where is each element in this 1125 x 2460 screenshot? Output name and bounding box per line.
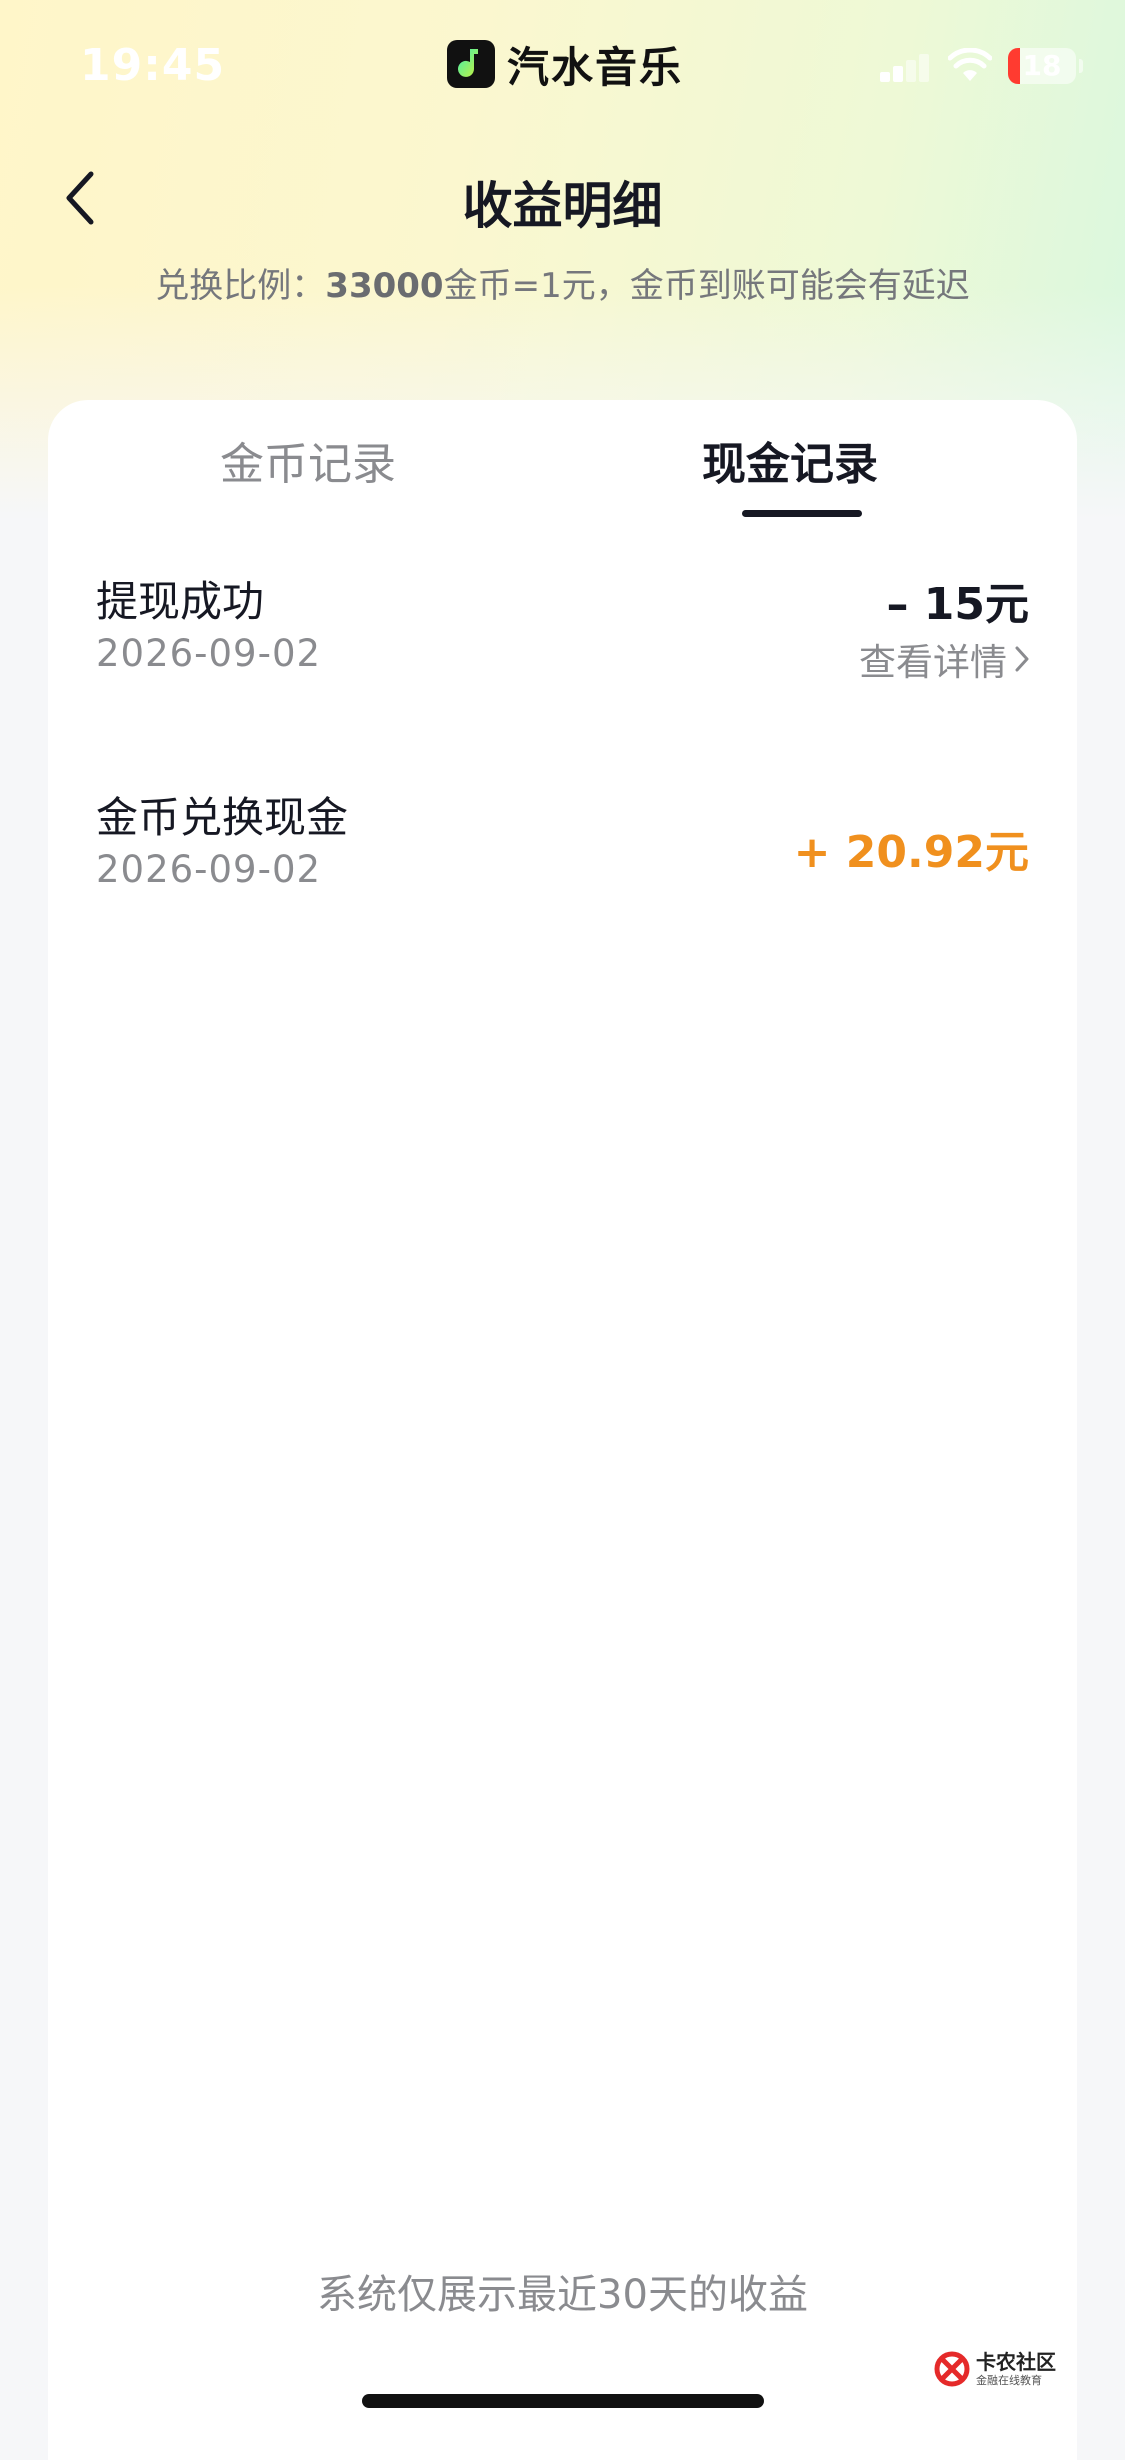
app-brand: 汽水音乐	[447, 38, 683, 92]
record-amount: + 20.92元	[793, 827, 1029, 878]
record-amount: – 15元	[886, 579, 1029, 630]
record-title: 金币兑换现金	[96, 793, 349, 842]
records-card: 金币记录 现金记录 提现成功 2026-09-02 – 15元 查看详情 金币兑…	[48, 400, 1077, 2460]
list-item: 提现成功 2026-09-02 – 15元 查看详情	[96, 568, 1029, 684]
home-indicator[interactable]	[362, 2394, 764, 2408]
app-logo-icon	[447, 40, 495, 88]
watermark-logo-icon	[934, 2351, 970, 2387]
exchange-rate-suffix: 金币=1元，金币到账可能会有延迟	[443, 266, 970, 306]
chevron-right-icon	[1015, 646, 1029, 672]
tab-coin-records[interactable]: 金币记录	[178, 430, 438, 500]
battery-level: 18	[1022, 49, 1062, 82]
app-name: 汽水音乐	[507, 42, 684, 92]
list-item: 金币兑换现金 2026-09-02 + 20.92元	[96, 784, 1029, 894]
exchange-rate-note: 兑换比例：33000金币=1元，金币到账可能会有延迟	[0, 258, 1125, 307]
view-details-link[interactable]: 查看详情	[859, 632, 1029, 686]
watermark: 卡农社区 金融在线教育	[934, 2348, 1074, 2390]
cellular-signal-icon	[880, 54, 929, 82]
exchange-rate-value: 33000	[325, 266, 444, 306]
battery-icon: 18	[1008, 48, 1076, 84]
record-title: 提现成功	[96, 577, 265, 626]
tab-cash-records[interactable]: 现金记录	[660, 430, 920, 500]
status-bar: 19:45 汽水音乐 18	[0, 0, 1125, 130]
active-tab-indicator	[742, 510, 862, 517]
battery-cap	[1079, 59, 1083, 73]
watermark-name: 卡农社区	[976, 2350, 1056, 2374]
footer-note: 系统仅展示最近30天的收益	[317, 2272, 808, 2318]
record-date: 2026-09-02	[96, 848, 322, 891]
status-time: 19:45	[80, 40, 226, 91]
watermark-subtitle: 金融在线教育	[976, 2374, 1042, 2387]
wifi-icon	[947, 47, 993, 84]
view-details-label: 查看详情	[859, 641, 1007, 684]
page-title: 收益明细	[462, 177, 663, 235]
exchange-rate-prefix: 兑换比例：	[155, 266, 326, 306]
record-date: 2026-09-02	[96, 632, 322, 675]
